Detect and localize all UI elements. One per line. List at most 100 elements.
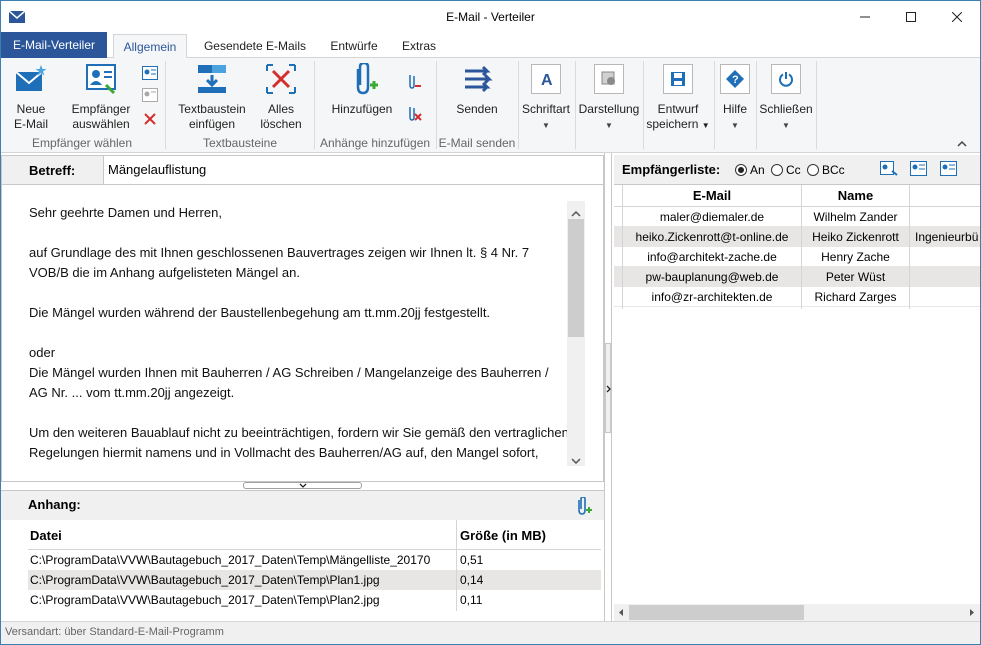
chevron-down-icon: ▼ bbox=[605, 121, 613, 130]
subject-row: Betreff: Mängelauflistung bbox=[1, 155, 604, 185]
insert-textblock-button[interactable]: Textbaustein einfügen bbox=[175, 62, 249, 132]
clear-all-button[interactable]: Alles löschen bbox=[255, 62, 307, 132]
message-body-editor[interactable]: Sehr geehrte Damen und Herren, auf Grund… bbox=[1, 185, 604, 482]
contact-card-button[interactable] bbox=[141, 64, 159, 82]
minimize-icon bbox=[860, 16, 870, 17]
chevron-right-icon bbox=[606, 385, 611, 393]
paperclip-add-icon bbox=[578, 496, 592, 515]
font-icon: A bbox=[531, 64, 561, 94]
close-button[interactable]: Schließen ▼ bbox=[759, 62, 813, 133]
email-distributor-window: E-Mail - Verteiler E-Mail-Verteiler Allg… bbox=[0, 0, 981, 645]
new-email-label-2: E-Mail bbox=[13, 117, 48, 131]
recipients-hscrollbar[interactable] bbox=[614, 604, 980, 621]
chevron-down-icon bbox=[299, 483, 307, 488]
radio-icon bbox=[771, 164, 783, 176]
chevron-down-icon: ▼ bbox=[701, 121, 710, 130]
power-icon bbox=[771, 64, 801, 94]
attachment-row[interactable]: C:\ProgramData\VVW\Bautagebuch_2017_Date… bbox=[28, 550, 601, 570]
tab-gesendete[interactable]: Gesendete E-Mails bbox=[197, 34, 313, 58]
col-header-size[interactable]: Größe (in MB) bbox=[460, 528, 546, 543]
scrollbar-thumb[interactable] bbox=[629, 605, 804, 620]
body-line: Sehr geehrte Damen und Herren, bbox=[29, 205, 222, 220]
recipient-row[interactable]: info@architekt-zache.de Henry Zache bbox=[614, 247, 980, 267]
body-line: oder bbox=[29, 345, 56, 360]
radio-to[interactable]: An bbox=[735, 163, 765, 177]
help-icon: ? bbox=[720, 64, 750, 94]
recipient-list-label: Empfängerliste: bbox=[622, 162, 721, 177]
close-window-button[interactable] bbox=[934, 1, 980, 32]
col-header-email[interactable]: E-Mail bbox=[622, 188, 802, 203]
radio-cc[interactable]: Cc bbox=[771, 163, 801, 177]
attachments-table-header: Datei Größe (in MB) bbox=[28, 520, 601, 550]
maximize-button[interactable] bbox=[888, 1, 934, 32]
add-attachment-label: Hinzufügen bbox=[331, 102, 393, 116]
status-bar: Versandart: über Standard-E-Mail-Program… bbox=[1, 621, 980, 644]
font-button[interactable]: A Schriftart ▼ bbox=[521, 62, 571, 133]
delete-attachments-button[interactable] bbox=[405, 104, 423, 122]
column-divider bbox=[456, 520, 457, 611]
radio-selected-icon bbox=[735, 164, 747, 176]
attachment-row[interactable]: C:\ProgramData\VVW\Bautagebuch_2017_Date… bbox=[28, 570, 601, 590]
recipient-company: Ingenieurbü bbox=[915, 230, 979, 244]
contact-card-icon bbox=[910, 161, 927, 176]
radio-bcc[interactable]: BCc bbox=[807, 163, 845, 177]
save-draft-label-2: speichern ▼ bbox=[645, 117, 711, 133]
tab-entwuerfe[interactable]: Entwürfe bbox=[321, 34, 387, 58]
attachments-header: Anhang: bbox=[1, 490, 604, 520]
recipient-bcc-button[interactable] bbox=[940, 161, 958, 180]
recipient-email: info@architekt-zache.de bbox=[647, 250, 777, 264]
subject-input[interactable]: Mängelauflistung bbox=[103, 156, 603, 184]
col-header-name[interactable]: Name bbox=[802, 188, 909, 203]
send-arrows-icon bbox=[460, 62, 494, 96]
attachment-file: C:\ProgramData\VVW\Bautagebuch_2017_Date… bbox=[30, 553, 431, 567]
body-line bbox=[29, 323, 569, 343]
select-recipients-button[interactable]: Empfänger auswählen bbox=[67, 62, 135, 132]
ribbon-separator bbox=[816, 61, 817, 149]
save-draft-button[interactable]: Entwurf speichern ▼ bbox=[645, 62, 711, 133]
contact-card-disabled-button[interactable] bbox=[141, 86, 159, 104]
attachment-row[interactable]: C:\ProgramData\VVW\Bautagebuch_2017_Date… bbox=[28, 590, 601, 610]
col-header-file[interactable]: Datei bbox=[30, 528, 62, 543]
body-scrollbar[interactable] bbox=[567, 201, 585, 466]
add-attachment-button[interactable]: Hinzufügen bbox=[327, 62, 397, 117]
tab-file[interactable]: E-Mail-Verteiler bbox=[1, 32, 107, 58]
vertical-splitter[interactable] bbox=[604, 153, 612, 621]
clear-all-icon bbox=[264, 62, 298, 96]
clear-all-label-2: löschen bbox=[260, 117, 302, 131]
help-button[interactable]: ? Hilfe ▼ bbox=[717, 62, 753, 133]
recipient-row[interactable]: pw-bauplanung@web.de Peter Wüst bbox=[614, 267, 980, 287]
recipient-cc-button[interactable] bbox=[910, 161, 928, 180]
contact-card-icon bbox=[142, 66, 158, 80]
tab-allgemein[interactable]: Allgemein bbox=[113, 34, 187, 59]
scroll-right-icon[interactable] bbox=[969, 608, 975, 617]
subject-label: Betreff: bbox=[29, 163, 76, 178]
remove-recipient-button[interactable] bbox=[141, 110, 159, 128]
recipient-row[interactable]: heiko.Zickenrott@t-online.de Heiko Zicke… bbox=[614, 227, 980, 247]
recipient-name: Richard Zarges bbox=[814, 290, 897, 304]
scrollbar-thumb[interactable] bbox=[568, 219, 584, 337]
horizontal-splitter-handle[interactable] bbox=[243, 482, 362, 489]
paperclip-add-icon bbox=[345, 62, 379, 96]
send-button[interactable]: Senden bbox=[451, 62, 503, 117]
new-email-button[interactable]: Neue E-Mail bbox=[7, 62, 55, 132]
minimize-button[interactable] bbox=[842, 1, 888, 32]
add-attachment-small-button[interactable] bbox=[574, 496, 592, 518]
scroll-down-icon[interactable] bbox=[571, 453, 581, 467]
tab-extras[interactable]: Extras bbox=[395, 34, 443, 58]
recipient-to-button[interactable] bbox=[880, 161, 898, 180]
recipient-row[interactable]: maler@diemaler.de Wilhelm Zander bbox=[614, 207, 980, 227]
help-label: Hilfe bbox=[722, 102, 747, 116]
scroll-up-icon[interactable] bbox=[571, 206, 581, 220]
ribbon-separator bbox=[756, 61, 757, 149]
recipient-row[interactable]: info@zr-architekten.de Richard Zarges bbox=[614, 287, 980, 307]
scroll-left-icon[interactable] bbox=[618, 608, 624, 617]
body-line: Die Mängel wurden Ihnen mit Bauherren / … bbox=[29, 365, 549, 400]
radio-cc-label: Cc bbox=[786, 163, 801, 177]
paperclip-delete-icon bbox=[409, 107, 422, 121]
radio-icon bbox=[807, 164, 819, 176]
body-line: Um den weiteren Bauablauf nicht zu beein… bbox=[29, 425, 569, 460]
svg-text:A: A bbox=[541, 72, 553, 87]
collapse-ribbon-icon[interactable] bbox=[957, 136, 969, 148]
remove-attachment-button[interactable] bbox=[405, 72, 423, 90]
display-button[interactable]: Darstellung ▼ bbox=[578, 62, 640, 133]
